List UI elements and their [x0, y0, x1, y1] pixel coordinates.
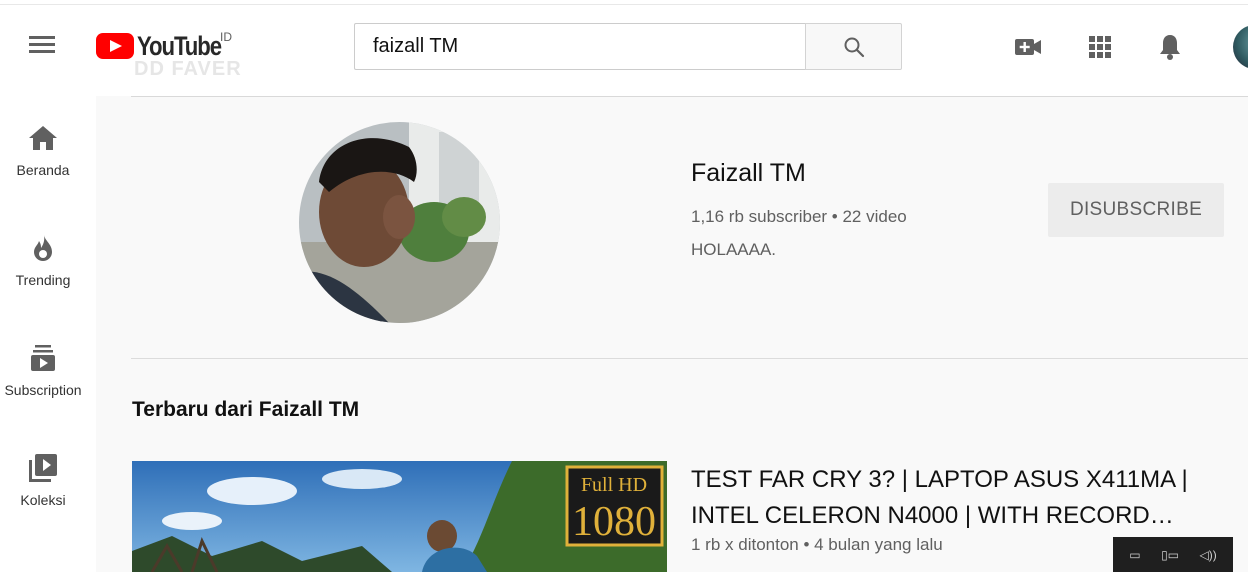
top-header: YouTube ID DD FAVER — [0, 0, 1248, 96]
divider — [131, 358, 1248, 359]
unsubscribe-button[interactable]: DISUBSCRIBE — [1048, 183, 1224, 237]
logo-text: YouTube — [137, 30, 222, 61]
sidebar-item-label: Subscription — [4, 382, 82, 398]
notifications-bell-icon[interactable] — [1155, 32, 1185, 62]
sidebar-item-label: Trending — [15, 272, 71, 288]
search-icon — [844, 37, 864, 57]
divider — [131, 96, 1248, 97]
sidebar-item-label: Koleksi — [20, 492, 66, 508]
badge-top-text: Full HD — [581, 474, 647, 496]
search-input[interactable] — [355, 24, 806, 69]
video-title[interactable]: TEST FAR CRY 3? | LAPTOP ASUS X411MA | I… — [691, 462, 1236, 534]
channel-avatar[interactable] — [299, 122, 500, 323]
sidebar-item-subscription[interactable]: Subscription — [0, 324, 86, 414]
library-icon — [27, 452, 59, 484]
sidebar-item-beranda[interactable]: Beranda — [0, 104, 86, 194]
search-box — [354, 23, 806, 70]
create-video-icon[interactable] — [1013, 32, 1043, 62]
volume-icon[interactable]: ◁)) — [1200, 548, 1217, 562]
menu-icon[interactable] — [26, 32, 58, 60]
system-tray: ▭ ▯▭ ◁)) — [1113, 537, 1233, 572]
battery-icon[interactable]: ▯▭ — [1161, 548, 1179, 562]
sidebar-item-trending[interactable]: Trending — [0, 214, 86, 304]
badge-bottom-text: 1080 — [572, 499, 656, 545]
channel-stats: 1,16 rb subscriber • 22 video — [691, 207, 907, 226]
faded-background-text: DD FAVER — [134, 58, 242, 80]
fire-icon — [27, 232, 59, 264]
home-icon — [27, 122, 59, 154]
sidebar: Beranda Trending Subscription Koleksi — [0, 96, 96, 572]
video-thumbnail[interactable]: Full HD 1080 — [132, 461, 667, 572]
video-meta: 1 rb x ditonton • 4 bulan yang lalu — [691, 535, 943, 554]
notification-icon[interactable]: ▭ — [1129, 548, 1140, 562]
account-avatar[interactable] — [1233, 25, 1248, 69]
country-code: ID — [220, 30, 232, 44]
apps-grid-icon[interactable] — [1085, 32, 1115, 62]
header-divider — [0, 4, 1248, 5]
section-title: Terbaru dari Faizall TM — [132, 398, 360, 421]
sidebar-item-koleksi[interactable]: Koleksi — [0, 434, 86, 524]
sidebar-item-label: Beranda — [16, 162, 70, 178]
search-button[interactable] — [805, 23, 902, 70]
youtube-page: YouTube ID DD FAVER faizall TM Beranda T… — [0, 0, 1248, 572]
channel-description: HOLAAAA. — [691, 240, 777, 259]
youtube-play-icon — [96, 33, 134, 59]
channel-name[interactable]: Faizall TM — [691, 159, 806, 188]
subscriptions-icon — [27, 342, 59, 374]
